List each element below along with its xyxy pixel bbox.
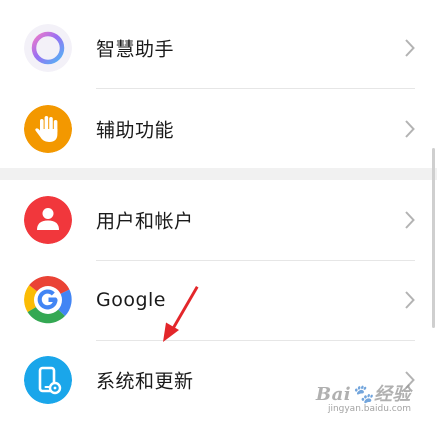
system-phone-gear-icon bbox=[24, 356, 72, 404]
settings-item-smart-assistant[interactable]: 智慧助手 bbox=[0, 8, 437, 88]
google-icon bbox=[24, 276, 72, 324]
settings-group-top: 智慧助手 辅助功能 bbox=[0, 0, 437, 168]
chevron-right-icon bbox=[405, 120, 415, 138]
watermark-url: jingyan.baidu.com bbox=[327, 404, 411, 414]
accessibility-hand-icon bbox=[24, 105, 72, 153]
chevron-right-icon bbox=[405, 211, 415, 229]
user-account-icon bbox=[24, 196, 72, 244]
settings-item-accessibility[interactable]: 辅助功能 bbox=[0, 89, 437, 169]
baidu-jingyan-watermark: Bai🐾经验 jingyan.baidu.com bbox=[316, 380, 411, 414]
smart-assistant-icon bbox=[24, 24, 72, 72]
baidu-paw-icon: 🐾 bbox=[351, 384, 374, 405]
red-pointer-arrow-icon bbox=[150, 284, 210, 346]
scrollbar[interactable] bbox=[432, 148, 435, 328]
settings-item-label: 用户和帐户 bbox=[96, 210, 194, 233]
settings-item-label: 辅助功能 bbox=[96, 119, 175, 142]
settings-item-label: 系统和更新 bbox=[96, 370, 194, 393]
chevron-right-icon bbox=[405, 39, 415, 57]
settings-item-label: 智慧助手 bbox=[96, 38, 175, 61]
watermark-brand: Bai🐾经验 bbox=[315, 384, 411, 405]
settings-item-google[interactable]: Google bbox=[0, 260, 437, 340]
chevron-right-icon bbox=[405, 291, 415, 309]
settings-item-users-accounts[interactable]: 用户和帐户 bbox=[0, 180, 437, 260]
